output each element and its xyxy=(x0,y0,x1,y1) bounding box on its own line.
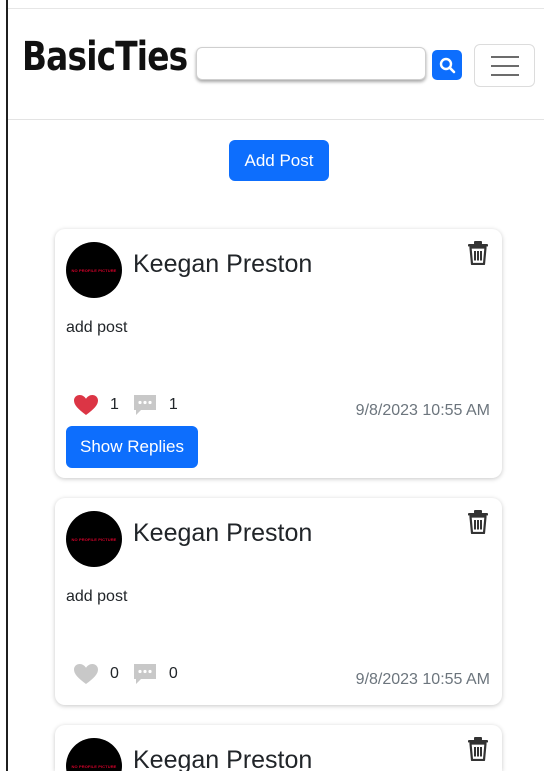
comment-button[interactable] xyxy=(132,663,158,685)
post-card: NO PROFILE PICTURE Keegan Preston add po… xyxy=(55,229,502,478)
delete-post-button[interactable] xyxy=(467,510,489,535)
show-replies-button[interactable]: Show Replies xyxy=(66,426,198,468)
trash-icon xyxy=(468,737,488,762)
add-post-button[interactable]: Add Post xyxy=(229,140,329,181)
navbar: BasicTies xyxy=(8,8,544,120)
avatar-placeholder-text: NO PROFILE PICTURE xyxy=(71,763,117,769)
post-author[interactable]: Keegan Preston xyxy=(133,519,312,548)
search-icon xyxy=(439,57,455,73)
avatar-placeholder-text: NO PROFILE PICTURE xyxy=(71,536,117,542)
delete-post-button[interactable] xyxy=(467,241,489,266)
comment-icon xyxy=(133,395,156,415)
heart-icon xyxy=(74,664,98,684)
post-stats: 0 0 xyxy=(73,661,191,687)
post-card: NO PROFILE PICTURE Keegan Preston xyxy=(55,725,502,771)
post-card: NO PROFILE PICTURE Keegan Preston add po… xyxy=(55,498,502,705)
comment-count: 1 xyxy=(168,396,178,413)
trash-icon xyxy=(468,241,488,266)
post-author[interactable]: Keegan Preston xyxy=(133,250,312,279)
post-stats: 1 1 xyxy=(73,392,191,418)
trash-icon xyxy=(468,510,488,535)
comment-icon xyxy=(133,664,156,684)
post-body: add post xyxy=(66,319,128,336)
avatar[interactable]: NO PROFILE PICTURE xyxy=(66,511,122,567)
post-timestamp: 9/8/2023 10:55 AM xyxy=(355,671,490,688)
post-timestamp: 9/8/2023 10:55 AM xyxy=(355,402,490,419)
search-input[interactable] xyxy=(196,47,426,80)
comment-count: 0 xyxy=(168,665,178,682)
comment-button[interactable] xyxy=(132,394,158,416)
avatar[interactable]: NO PROFILE PICTURE xyxy=(66,242,122,298)
hamburger-icon xyxy=(490,55,519,76)
menu-toggle-button[interactable] xyxy=(474,44,535,87)
like-count: 0 xyxy=(110,665,119,682)
avatar[interactable]: NO PROFILE PICTURE xyxy=(66,738,122,771)
like-button[interactable] xyxy=(73,394,99,416)
like-button[interactable] xyxy=(73,663,99,685)
brand-logo[interactable]: BasicTies xyxy=(22,37,188,77)
search-button[interactable] xyxy=(432,50,462,80)
heart-icon xyxy=(74,395,98,415)
post-author[interactable]: Keegan Preston xyxy=(133,746,312,771)
like-count: 1 xyxy=(110,396,119,413)
delete-post-button[interactable] xyxy=(467,737,489,762)
post-body: add post xyxy=(66,588,128,605)
avatar-placeholder-text: NO PROFILE PICTURE xyxy=(71,267,117,273)
